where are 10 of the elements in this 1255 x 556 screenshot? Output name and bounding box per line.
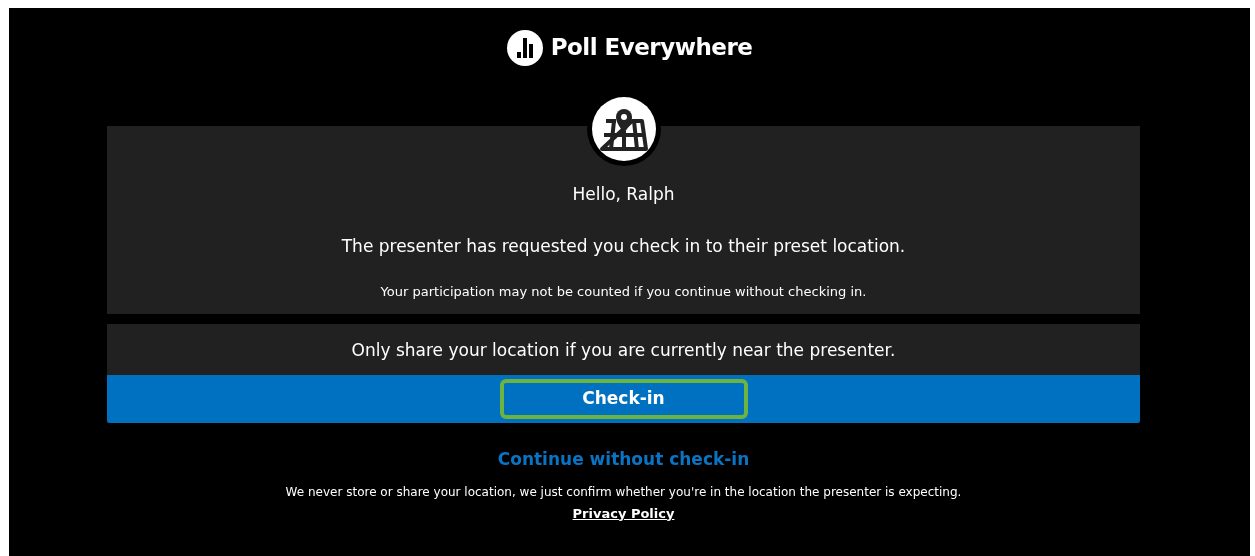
brand-name: Poll Everywhere <box>550 33 753 62</box>
logo-icon <box>506 30 543 66</box>
checkin-button[interactable]: Check-in <box>499 379 748 419</box>
warning-text: Your participation may not be counted if you continue without checking in. <box>379 283 868 301</box>
message-text: The presenter has requested you check in to their preset location. <box>340 234 907 258</box>
continue-link[interactable]: Continue without check-in <box>497 447 750 473</box>
notice-text: Only share your location if you are currently near the presenter. <box>350 338 897 362</box>
greeting-text: Hello, Ralph <box>571 183 676 206</box>
privacy-link[interactable]: Privacy Policy <box>572 505 675 521</box>
privacy-note: We never store or share your location, we just confirm whether you're in the location the presenter is expecting. <box>284 483 963 501</box>
